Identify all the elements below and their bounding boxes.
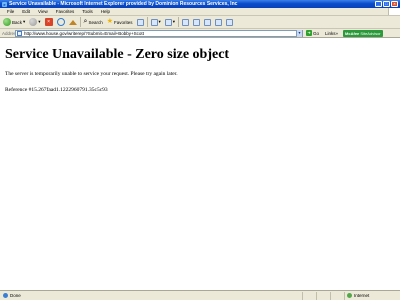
- back-arrow-icon: [3, 18, 11, 26]
- toolbar-divider: [178, 17, 180, 27]
- error-heading: Service Unavailable - Zero size object: [5, 47, 230, 62]
- favorites-button[interactable]: ★ Favorites: [106, 17, 134, 28]
- address-url[interactable]: http://www.house.gov/writerep/?Submit=Em…: [24, 31, 296, 36]
- media-button[interactable]: [225, 17, 234, 28]
- messenger-icon: [215, 18, 223, 26]
- history-button[interactable]: [136, 17, 145, 28]
- address-dropdown-icon[interactable]: ▼: [296, 29, 302, 37]
- menu-bar: File Edit View Favorites Tools Help: [0, 8, 400, 16]
- status-cell: [302, 291, 316, 300]
- minimize-button[interactable]: _: [375, 1, 382, 7]
- mail-dropdown-icon: ▾: [158, 19, 161, 24]
- home-button[interactable]: [68, 17, 78, 28]
- menu-tools[interactable]: Tools: [78, 9, 97, 14]
- print-dropdown-icon: ▾: [172, 19, 176, 24]
- address-label: Address: [2, 30, 19, 36]
- stop-button[interactable]: ×: [44, 17, 54, 28]
- zone-label: Internet: [354, 293, 370, 298]
- toolbar-divider: [146, 17, 148, 27]
- go-button[interactable]: ➜ Go: [306, 30, 319, 36]
- discuss-button[interactable]: [192, 17, 201, 28]
- back-label: Back: [12, 19, 23, 25]
- research-icon: [204, 18, 212, 26]
- page-status-icon: [3, 293, 8, 298]
- refresh-icon: [56, 18, 65, 26]
- security-zone: Internet: [344, 291, 400, 300]
- window-titlebar: e Service Unavailable - Microsoft Intern…: [0, 0, 400, 8]
- media-icon: [226, 18, 234, 26]
- address-bar: Address http://www.house.gov/writerep/?S…: [0, 29, 400, 38]
- refresh-button[interactable]: [56, 17, 66, 28]
- window-title: Service Unavailable - Microsoft Internet…: [9, 1, 238, 7]
- status-bar: Done Internet: [0, 290, 400, 300]
- menu-help[interactable]: Help: [97, 9, 114, 14]
- mail-button[interactable]: ▾: [150, 17, 162, 28]
- mcafee-brand: McAfee: [345, 30, 360, 36]
- print-button[interactable]: ▾: [164, 17, 176, 28]
- status-text: Done: [10, 293, 21, 298]
- mail-icon: [150, 18, 158, 26]
- favorites-star-icon: ★: [106, 18, 114, 25]
- address-field[interactable]: http://www.house.gov/writerep/?Submit=Em…: [15, 29, 303, 37]
- forward-arrow-icon: [29, 18, 38, 26]
- error-message: The server is temporarily unable to serv…: [5, 71, 178, 77]
- messenger-button[interactable]: [214, 17, 223, 28]
- stop-icon: ×: [44, 18, 53, 26]
- back-button[interactable]: Back ▾: [2, 17, 26, 28]
- windows-flag-icon: [388, 8, 400, 15]
- back-dropdown-icon: ▾: [23, 19, 26, 24]
- search-icon: ⌕: [83, 18, 88, 25]
- ie-logo-icon: e: [2, 1, 7, 7]
- edit-button[interactable]: [181, 17, 190, 28]
- search-button[interactable]: ⌕ Search: [83, 17, 104, 28]
- go-arrow-icon: ➜: [306, 30, 312, 36]
- mcafee-siteadvisor-button[interactable]: McAfee SiteAdvisor: [343, 29, 383, 37]
- page-content: Service Unavailable - Zero size object T…: [0, 38, 400, 290]
- window-controls: _ □ ×: [375, 1, 398, 7]
- edit-page-icon: [182, 18, 190, 26]
- toolbar-divider: [79, 17, 81, 27]
- links-chevron-icon[interactable]: »: [336, 31, 339, 36]
- maximize-button[interactable]: □: [383, 1, 390, 7]
- discuss-icon: [193, 18, 201, 26]
- error-reference: Reference #15.267faad1.1222960791.35c5c9…: [5, 87, 108, 93]
- status-cell: [330, 291, 344, 300]
- search-label: Search: [88, 19, 103, 25]
- status-cell: [316, 291, 330, 300]
- forward-dropdown-icon: ▾: [38, 19, 41, 24]
- menu-file[interactable]: File: [3, 9, 18, 14]
- links-button[interactable]: Links: [325, 31, 336, 36]
- mcafee-suffix: SiteAdvisor: [360, 30, 381, 36]
- menu-edit[interactable]: Edit: [18, 9, 34, 14]
- research-button[interactable]: [203, 17, 212, 28]
- history-icon: [136, 18, 144, 26]
- page-icon: [17, 30, 22, 36]
- print-icon: [164, 18, 172, 26]
- internet-zone-icon: [347, 293, 352, 298]
- menu-view[interactable]: View: [34, 9, 52, 14]
- standard-toolbar: Back ▾ ▾ × ⌕ Search ★ Favorites ▾ ▾: [0, 16, 400, 29]
- close-button[interactable]: ×: [391, 1, 398, 7]
- forward-button[interactable]: ▾: [28, 17, 41, 28]
- home-icon: [68, 19, 77, 25]
- favorites-label: Favorites: [114, 19, 133, 25]
- go-label: Go: [313, 30, 320, 36]
- menu-favorites[interactable]: Favorites: [52, 9, 79, 14]
